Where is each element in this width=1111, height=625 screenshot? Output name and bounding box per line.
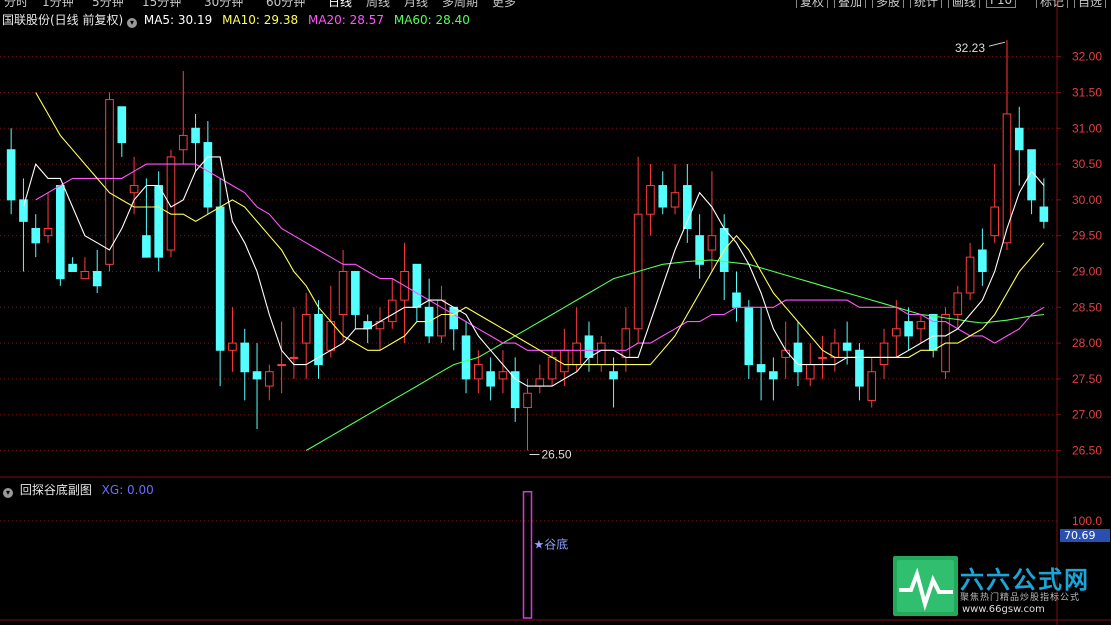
- price-tick-label-7: 30.00: [1072, 193, 1102, 207]
- candle-body-60: [744, 306, 754, 366]
- candle-body-16: [203, 142, 213, 208]
- candle-body-49: [609, 371, 618, 380]
- candle-body-31: [387, 299, 397, 323]
- kline-chart[interactable]: 26.50 27.00 27.50 28.00 28.50 29.00 29.50 30.00…: [0, 0, 1111, 625]
- candle-body-4: [56, 185, 65, 280]
- candle-body-6: [80, 270, 90, 280]
- logo-slogan: 聚焦热门精品炒股指标公式: [960, 593, 1081, 603]
- candle-body-45: [560, 349, 569, 373]
- candle-body-54: [670, 192, 680, 208]
- candle-body-72: [892, 328, 901, 337]
- low-label: 26.50: [542, 448, 572, 462]
- candle-body-41: [510, 371, 520, 409]
- price-tick-label-2: 27.50: [1072, 372, 1102, 386]
- price-tick-label-6: 29.50: [1072, 229, 1102, 243]
- candle-body-28: [351, 270, 360, 315]
- candle-body-5: [68, 263, 77, 272]
- logo: [893, 556, 958, 616]
- candle-body-65: [805, 364, 815, 380]
- candle-body-33: [412, 263, 422, 308]
- candle-body-80: [990, 206, 999, 237]
- candle-body-8: [105, 99, 114, 265]
- candle-body-37: [461, 335, 471, 380]
- price-tick-label-8: 30.50: [1072, 157, 1102, 171]
- candle-body-13: [166, 156, 176, 251]
- candle-body-47: [584, 335, 594, 358]
- signal-bar: [522, 490, 533, 619]
- candle-body-2: [31, 228, 41, 244]
- chart-logo-icon: [897, 560, 954, 612]
- candle-body-23: [289, 356, 299, 359]
- candle-body-84: [1039, 206, 1049, 222]
- candle-body-19: [240, 342, 250, 373]
- candle-body-3: [43, 228, 53, 237]
- candle-body-50: [621, 328, 631, 358]
- candle-body-9: [117, 106, 127, 144]
- candle-body-0: [6, 149, 16, 201]
- candle-body-17: [215, 206, 225, 351]
- candle-body-10: [129, 185, 139, 194]
- price-tick-label-3: 28.00: [1072, 336, 1102, 350]
- candle-body-22: [277, 364, 286, 367]
- logo-url: www.66gsw.com: [962, 604, 1045, 615]
- candle-body-40: [498, 371, 508, 380]
- ma10-line: [35, 92, 1045, 366]
- candle-body-44: [547, 356, 557, 380]
- candle-body-71: [879, 342, 889, 366]
- candle-body-59: [732, 292, 741, 308]
- price-tick-label-10: 31.50: [1072, 85, 1102, 99]
- candle-body-57: [707, 235, 717, 251]
- candle-body-12: [154, 185, 163, 258]
- candle-body-15: [191, 127, 200, 144]
- candle-body-77: [953, 292, 963, 315]
- candle-body-61: [756, 364, 766, 373]
- high-arrow: [988, 41, 1006, 47]
- candle-body-1: [19, 199, 28, 222]
- candle-body-36: [449, 306, 459, 330]
- candle-body-20: [252, 371, 262, 380]
- price-tick-label-0: 26.50: [1072, 444, 1102, 458]
- sub-tick-label-0: 100.0: [1072, 514, 1102, 528]
- candle-body-48: [596, 342, 606, 366]
- high-label: 32.23: [955, 41, 985, 55]
- candle-body-68: [842, 342, 852, 351]
- candle-body-78: [965, 256, 975, 294]
- candle-body-69: [855, 349, 864, 387]
- candle-body-24: [301, 313, 311, 344]
- candle-body-42: [523, 392, 532, 409]
- price-tick-label-5: 29.00: [1072, 264, 1102, 278]
- candle-body-26: [326, 321, 336, 351]
- candle-body-52: [646, 185, 655, 215]
- candle-body-81: [1002, 113, 1012, 244]
- candle-body-82: [1014, 127, 1024, 151]
- candle-body-43: [535, 378, 545, 387]
- candle-body-14: [178, 134, 188, 151]
- candle-body-79: [978, 249, 987, 272]
- price-tick-label-11: 32.00: [1072, 50, 1102, 64]
- signal-label: ★谷底: [534, 537, 569, 552]
- candle-body-27: [338, 270, 348, 315]
- price-tick-label-9: 31.00: [1072, 121, 1102, 135]
- candle-body-38: [474, 364, 483, 380]
- candle-body-53: [658, 185, 668, 208]
- candle-body-39: [486, 371, 495, 387]
- candle-body-66: [818, 356, 827, 359]
- price-tick-label-1: 27.00: [1072, 408, 1102, 422]
- candle-body-7: [92, 270, 102, 287]
- candle-body-64: [793, 342, 803, 373]
- candle-body-11: [142, 235, 151, 258]
- candle-body-74: [916, 321, 926, 330]
- price-tick-label-4: 28.50: [1072, 300, 1102, 314]
- candle-body-70: [867, 371, 877, 401]
- candle-body-21: [265, 371, 274, 387]
- candle-body-73: [904, 321, 913, 337]
- candle-body-18: [228, 342, 237, 351]
- sub-value-box: 70.69: [1060, 529, 1110, 542]
- candle-body-46: [572, 342, 581, 366]
- candle-body-62: [769, 371, 778, 380]
